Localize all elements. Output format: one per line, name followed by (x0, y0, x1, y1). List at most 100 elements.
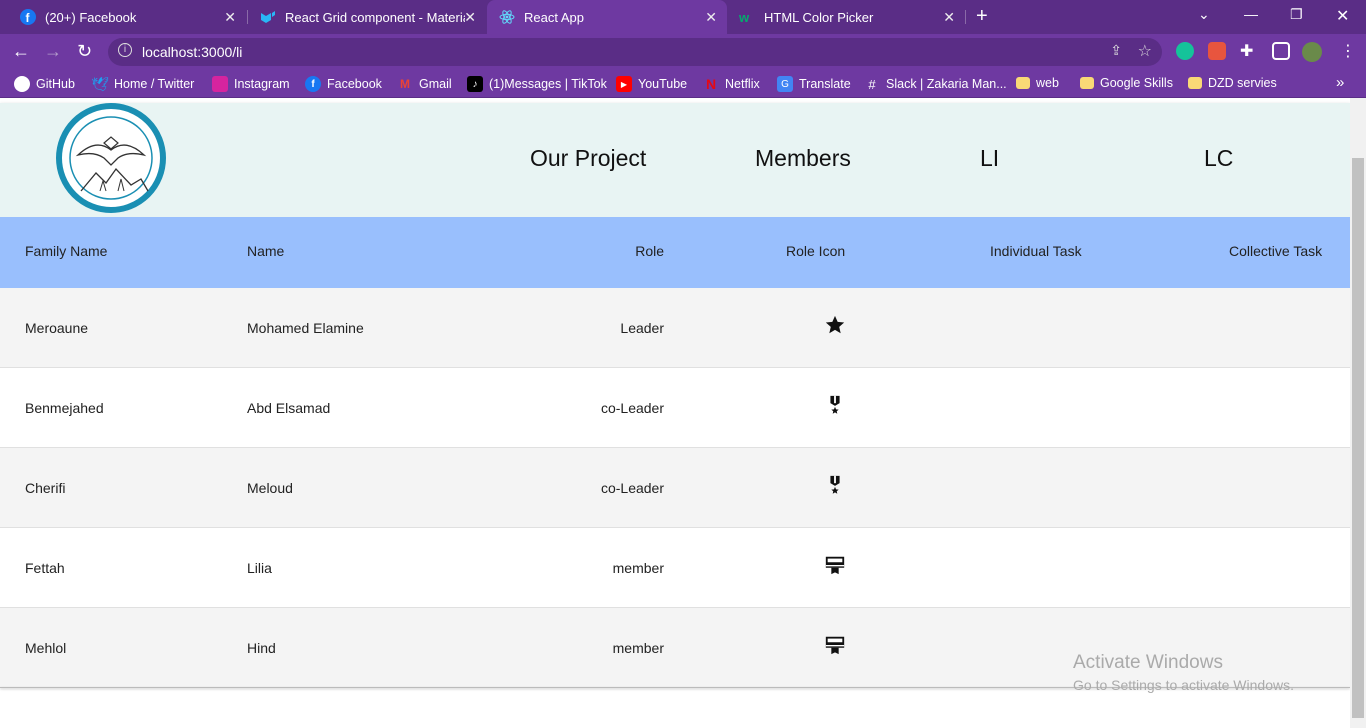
header-role-icon: Role Icon (786, 243, 846, 259)
instagram-icon (212, 76, 228, 92)
card-membership-icon (825, 556, 845, 575)
folder-icon (1016, 77, 1030, 89)
table-row[interactable]: Benmejahed Abd Elsamad co-Leader (0, 368, 1350, 448)
tab-react-app[interactable]: React App ✕ (487, 0, 727, 34)
bookmark-youtube[interactable]: ▶ YouTube (616, 76, 687, 92)
restore-icon[interactable]: ❐ (1290, 6, 1303, 23)
cell-name: Hind (247, 640, 276, 656)
tab-facebook[interactable]: f (20+) Facebook ✕ (8, 0, 246, 34)
close-icon[interactable]: ✕ (943, 9, 955, 26)
tab-search-chevron-icon[interactable]: ⌄ (1198, 6, 1210, 23)
bookmark-label: Facebook (327, 77, 382, 91)
kebab-menu-icon[interactable]: ⋮ (1340, 41, 1356, 61)
header-individual-task: Individual Task (990, 243, 1082, 259)
nav-link-lc[interactable]: LC (1204, 145, 1233, 172)
bookmarks-overflow-icon[interactable]: » (1336, 74, 1344, 91)
bookmark-netflix[interactable]: N Netflix (703, 76, 760, 92)
twitter-icon: 🕊 (91, 75, 109, 92)
facebook-icon: f (20, 9, 36, 25)
github-icon (14, 76, 30, 92)
close-icon[interactable]: ✕ (705, 9, 717, 26)
address-bar[interactable]: i localhost:3000/li ⇪ ☆ (108, 38, 1162, 66)
avatar[interactable] (1302, 42, 1322, 62)
nav-link-members[interactable]: Members (755, 145, 851, 172)
table-row[interactable]: Mehlol Hind member (0, 608, 1350, 688)
tiktok-icon: ♪ (467, 76, 483, 92)
bookmark-label: Home / Twitter (114, 77, 195, 91)
cell-family-name: Fettah (25, 560, 65, 576)
facebook-icon: f (305, 76, 321, 92)
forward-arrow-icon[interactable]: → (44, 41, 62, 62)
address-url[interactable]: localhost:3000/li (142, 44, 242, 60)
cell-role: member (612, 560, 664, 576)
bookmark-label: Google Skills (1100, 76, 1173, 90)
bookmark-label: Translate (799, 77, 851, 91)
bookmark-slack[interactable]: # Slack | Zakaria Man... (864, 76, 1007, 92)
card-membership-icon (825, 636, 845, 655)
cell-family-name: Cherifi (25, 480, 66, 496)
side-panel-icon[interactable] (1272, 42, 1290, 60)
page-content: Our Project Members LI LC Family Name Na… (0, 98, 1350, 728)
close-icon[interactable]: ✕ (224, 9, 236, 26)
star-icon (825, 315, 845, 334)
tab-mui[interactable]: React Grid component - Material ✕ (248, 0, 486, 34)
logo (56, 103, 166, 213)
browser-toolbar: ← → ↻ i localhost:3000/li ⇪ ☆ ✚ ⋮ (0, 34, 1366, 70)
bookmark-tiktok[interactable]: ♪ (1)Messages | TikTok (467, 76, 607, 92)
header-collective-task: Collective Task (1229, 243, 1323, 259)
tab-html-color-picker[interactable]: w HTML Color Picker ✕ (727, 0, 965, 34)
bookmark-facebook[interactable]: f Facebook (305, 76, 382, 92)
vertical-scrollbar[interactable] (1350, 98, 1366, 728)
folder-icon (1080, 77, 1094, 89)
minimize-icon[interactable]: — (1244, 6, 1258, 22)
tab-title: React Grid component - Material (285, 9, 465, 25)
bookmarks-bar: GitHub 🕊 Home / Twitter Instagram f Facebo… (0, 70, 1366, 98)
activate-windows-subtitle: Go to Settings to activate Windows. (1073, 677, 1294, 693)
military-medal-icon (830, 395, 840, 414)
cell-family-name: Mehlol (25, 640, 67, 656)
bookmark-label: web (1036, 76, 1059, 90)
svg-text:w: w (739, 10, 750, 25)
bookmark-label: Slack | Zakaria Man... (886, 77, 1007, 91)
back-arrow-icon[interactable]: ← (12, 41, 30, 62)
table-row[interactable]: Cherifi Meloud co-Leader (0, 448, 1350, 528)
bookmark-instagram[interactable]: Instagram (212, 76, 290, 92)
cell-role: co-Leader (600, 400, 664, 416)
grid-header-row: Family Name Name Role Role Icon Individu… (0, 217, 1350, 288)
nav-link-li[interactable]: LI (980, 145, 999, 172)
tab-title: (20+) Facebook (45, 9, 137, 25)
bookmark-github[interactable]: GitHub (14, 76, 75, 92)
extension-icon[interactable] (1208, 42, 1226, 60)
header-role: Role (635, 243, 664, 259)
window-close-icon[interactable]: ✕ (1336, 6, 1349, 26)
table-row[interactable]: Fettah Lilia member (0, 528, 1350, 608)
folder-icon (1188, 77, 1202, 89)
site-info-icon[interactable]: i (118, 43, 132, 57)
table-row[interactable]: Meroaune Mohamed Elamine Leader (0, 288, 1350, 368)
bookmark-label: DZD servies (1208, 76, 1277, 90)
bookmark-folder-web[interactable]: web (1016, 76, 1059, 90)
new-tab-icon[interactable]: + (976, 5, 988, 28)
bookmark-label: YouTube (638, 77, 688, 91)
bookmark-star-icon[interactable]: ☆ (1138, 41, 1152, 61)
bookmark-folder-google-skills[interactable]: Google Skills (1080, 76, 1173, 90)
share-icon[interactable]: ⇪ (1110, 42, 1122, 59)
bookmark-folder-dzd[interactable]: DZD servies (1188, 76, 1277, 90)
cell-role: member (612, 640, 664, 656)
header-family-name: Family Name (25, 243, 108, 259)
cell-name: Mohamed Elamine (247, 320, 364, 336)
extensions-puzzle-icon[interactable]: ✚ (1240, 41, 1253, 61)
cell-role: co-Leader (600, 480, 664, 496)
tab-title: HTML Color Picker (764, 9, 874, 25)
bookmark-twitter[interactable]: 🕊 Home / Twitter (91, 75, 195, 92)
translate-icon: G (777, 76, 793, 92)
nav-link-our-project[interactable]: Our Project (530, 145, 646, 172)
scrollbar-thumb[interactable] (1352, 158, 1364, 718)
bookmark-translate[interactable]: G Translate (777, 76, 851, 92)
reload-icon[interactable]: ↻ (77, 41, 92, 62)
bookmark-gmail[interactable]: M Gmail (397, 76, 452, 92)
grammarly-icon[interactable] (1176, 42, 1194, 60)
close-icon[interactable]: ✕ (464, 9, 476, 26)
bookmark-label: Gmail (419, 77, 452, 91)
slack-icon: # (868, 76, 876, 92)
